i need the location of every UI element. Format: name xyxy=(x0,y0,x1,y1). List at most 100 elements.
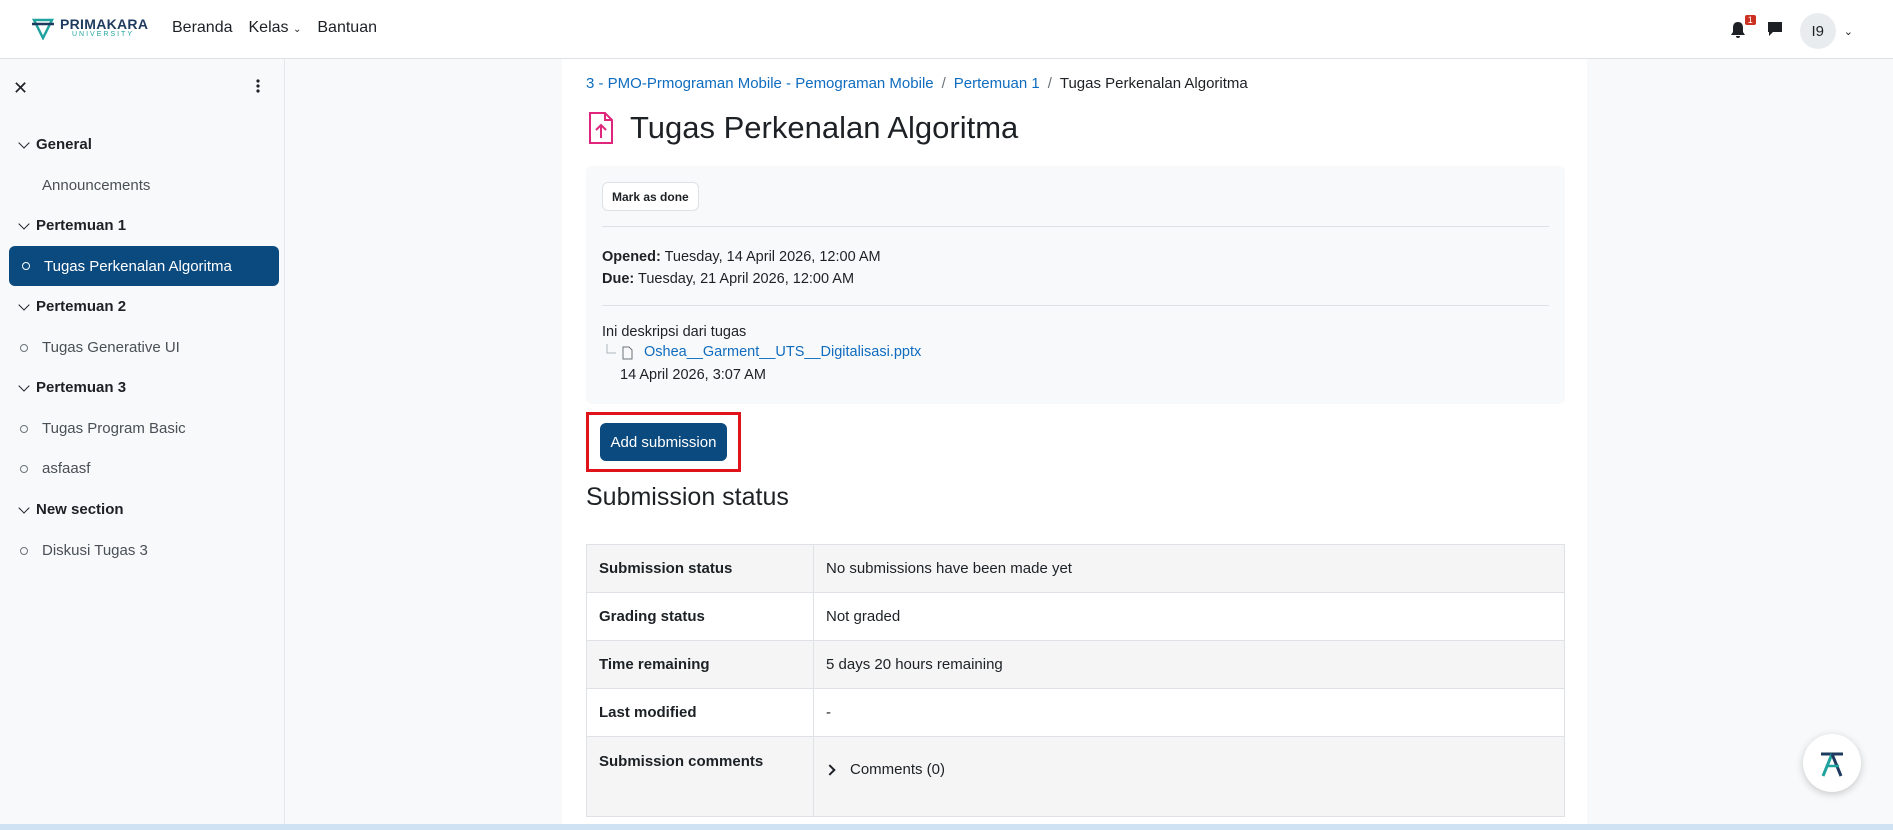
breadcrumb-current: Tugas Perkenalan Algoritma xyxy=(1059,75,1248,92)
due-value: Tuesday, 21 April 2026, 12:00 AM xyxy=(638,271,855,287)
chevron-down-icon[interactable]: ⌄ xyxy=(1844,25,1853,38)
sidebar-item-label: Diskusi Tugas 3 xyxy=(42,542,148,559)
breadcrumb-course[interactable]: 3 - PMO-Prmograman Mobile - Pemograman M… xyxy=(586,75,934,92)
logo-text: PRIMAKARA xyxy=(60,15,149,32)
section-label: Pertemuan 3 xyxy=(36,379,127,396)
circle-icon xyxy=(20,546,28,555)
more-options-icon[interactable] xyxy=(256,79,260,97)
table-row: Submission status No submissions have be… xyxy=(586,544,1565,593)
sidebar-item-label: Tugas Program Basic xyxy=(42,420,186,437)
table-row: Time remaining 5 days 20 hours remaining xyxy=(586,640,1565,689)
chevron-down-icon xyxy=(18,136,30,149)
file-tree-icon xyxy=(606,344,633,360)
attachment-row: Oshea__Garment__UTS__Digitalisasi.pptx xyxy=(606,344,921,360)
opened-value: Tuesday, 14 April 2026, 12:00 AM xyxy=(664,249,881,265)
comments-toggle[interactable]: Comments (0) xyxy=(824,761,1552,778)
chevron-down-icon xyxy=(18,501,30,514)
sidebar-item-label: Tugas Generative UI xyxy=(42,339,180,356)
activity-dates: Opened: Tuesday, 14 April 2026, 12:00 AM… xyxy=(602,246,881,290)
row-value: 5 days 20 hours remaining xyxy=(813,640,1565,689)
page-title: Tugas Perkenalan Algoritma xyxy=(630,110,1019,145)
row-label: Last modified xyxy=(586,688,814,737)
add-submission-button[interactable]: Add submission xyxy=(600,423,727,461)
opened-label: Opened: xyxy=(602,249,661,265)
notification-badge: 1 xyxy=(1744,15,1756,25)
chevron-down-icon xyxy=(18,379,30,392)
table-row: Last modified - xyxy=(586,688,1565,737)
chevron-right-icon xyxy=(824,763,836,776)
nav-kelas-label: Kelas xyxy=(248,19,289,36)
nav-bantuan[interactable]: Bantuan xyxy=(317,19,377,37)
mark-as-done-button[interactable]: Mark as done xyxy=(602,182,699,211)
table-row: Submission comments Comments (0) xyxy=(586,736,1565,817)
breadcrumb-separator: / xyxy=(1047,75,1052,92)
chat-icon xyxy=(1767,22,1782,36)
row-label: Submission comments xyxy=(586,736,814,817)
section-new-section[interactable]: New section xyxy=(18,501,124,518)
primakara-logo[interactable]: PRIMAKARA UNIVERSITY xyxy=(30,14,148,40)
section-label: New section xyxy=(36,501,124,518)
circle-icon xyxy=(22,262,30,270)
row-value: No submissions have been made yet xyxy=(813,544,1565,593)
section-pertemuan-1[interactable]: Pertemuan 1 xyxy=(18,217,127,234)
highlight-box: Add submission xyxy=(586,412,741,472)
nav-beranda[interactable]: Beranda xyxy=(172,19,233,37)
sidebar-item-diskusi-tugas-3[interactable]: Diskusi Tugas 3 xyxy=(20,542,148,559)
circle-icon xyxy=(20,464,28,473)
table-row: Grading status Not graded xyxy=(586,592,1565,641)
sidebar-item-asfaasf[interactable]: asfaasf xyxy=(20,460,90,477)
logo-icon xyxy=(31,18,55,40)
divider xyxy=(602,226,1549,227)
sidebar-item-label: asfaasf xyxy=(42,460,91,477)
breadcrumb-separator: / xyxy=(941,75,946,92)
due-label: Due: xyxy=(602,271,635,287)
activity-info-box: Mark as done Opened: Tuesday, 14 April 2… xyxy=(586,166,1565,404)
bottom-bar xyxy=(0,824,1893,830)
row-label: Grading status xyxy=(586,592,814,641)
notifications-button[interactable]: 1 xyxy=(1730,15,1756,41)
messages-button[interactable] xyxy=(1766,20,1784,42)
sidebar-item-tugas-perkenalan-algoritma[interactable]: Tugas Perkenalan Algoritma xyxy=(9,246,279,286)
main-nav: Beranda Kelas ⌄ Bantuan xyxy=(172,19,377,37)
section-label: Pertemuan 1 xyxy=(36,217,127,234)
row-label: Submission status xyxy=(586,544,814,593)
assistant-floating-button[interactable] xyxy=(1803,734,1861,792)
assignment-description: Ini deskripsi dari tugas xyxy=(602,324,747,340)
attachment-date: 14 April 2026, 3:07 AM xyxy=(620,367,766,383)
divider xyxy=(602,305,1549,306)
main-content: 3 - PMO-Prmograman Mobile - Pemograman M… xyxy=(562,59,1587,830)
breadcrumb-section[interactable]: Pertemuan 1 xyxy=(954,75,1040,92)
row-value: Not graded xyxy=(813,592,1565,641)
sidebar-item-announcements[interactable]: Announcements xyxy=(42,177,150,194)
comments-label: Comments (0) xyxy=(850,761,946,778)
section-label: Pertemuan 2 xyxy=(36,298,127,315)
logo-subtext: UNIVERSITY xyxy=(72,30,135,38)
sidebar-item-tugas-program-basic[interactable]: Tugas Program Basic xyxy=(20,420,186,437)
section-general[interactable]: General xyxy=(18,136,92,153)
top-navbar: PRIMAKARA UNIVERSITY Beranda Kelas ⌄ Ban… xyxy=(0,0,1893,59)
nav-kelas[interactable]: Kelas ⌄ xyxy=(249,19,302,37)
section-pertemuan-2[interactable]: Pertemuan 2 xyxy=(18,298,127,315)
section-pertemuan-3[interactable]: Pertemuan 3 xyxy=(18,379,127,396)
primakara-assistant-icon xyxy=(1821,752,1843,777)
submission-status-heading: Submission status xyxy=(586,483,789,511)
attachment-link[interactable]: Oshea__Garment__UTS__Digitalisasi.pptx xyxy=(644,344,921,360)
circle-icon xyxy=(20,424,28,433)
avatar[interactable]: I9 xyxy=(1799,13,1836,49)
sidebar-item-tugas-generative-ui[interactable]: Tugas Generative UI xyxy=(20,339,180,356)
row-value: Comments (0) xyxy=(813,736,1565,817)
bell-icon xyxy=(1730,22,1745,38)
close-icon[interactable]: ✕ xyxy=(13,78,28,99)
row-label: Time remaining xyxy=(586,640,814,689)
submission-status-table: Submission status No submissions have be… xyxy=(586,544,1565,817)
sidebar-item-label: Announcements xyxy=(42,177,151,194)
sidebar-item-label: Tugas Perkenalan Algoritma xyxy=(44,257,232,275)
assignment-upload-icon xyxy=(589,112,613,144)
breadcrumb: 3 - PMO-Prmograman Mobile - Pemograman M… xyxy=(586,75,1248,92)
section-label: General xyxy=(36,136,92,153)
chevron-down-icon xyxy=(18,217,30,230)
chevron-down-icon xyxy=(18,298,30,311)
chevron-down-icon: ⌄ xyxy=(292,24,302,35)
course-index-sidebar: ✕ General Announcements Pertemuan 1 Tuga… xyxy=(0,59,285,830)
row-value: - xyxy=(813,688,1565,737)
